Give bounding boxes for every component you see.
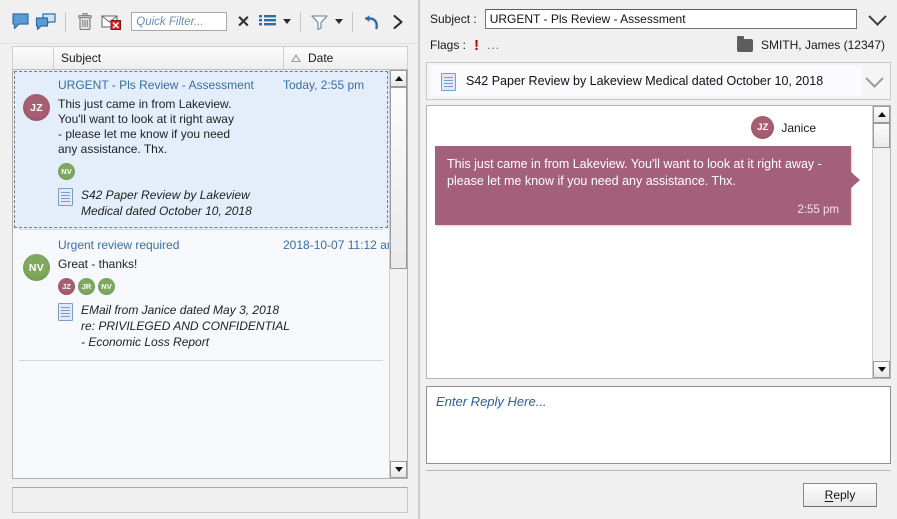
- message-body: This just came in from Lakeview. You'll …: [58, 97, 234, 156]
- message-header: Urgent review required 2018-10-07 11:12 …: [58, 238, 389, 252]
- avatar: JZ: [23, 94, 50, 121]
- list-status-bar: [12, 487, 408, 513]
- chevron-down-icon: [394, 467, 403, 472]
- list-column-headers: Subject Date: [12, 46, 408, 70]
- column-header-date-label: Date: [308, 51, 334, 65]
- document-icon: [58, 303, 73, 321]
- document-bar: S42 Paper Review by Lakeview Medical dat…: [426, 62, 891, 100]
- message-body: Great - thanks!: [58, 257, 138, 271]
- filter-dropdown-icon[interactable]: [334, 10, 345, 34]
- subject-label: Subject :: [430, 12, 477, 26]
- document-title: S42 Paper Review by Lakeview Medical dat…: [466, 74, 824, 88]
- list-item[interactable]: JZ URGENT - Pls Review - Assessment Toda…: [13, 70, 389, 229]
- column-header-icon[interactable]: [13, 47, 54, 69]
- reply-button[interactable]: Reply: [803, 483, 877, 507]
- sort-ascending-icon: [291, 54, 301, 62]
- priority-flag-icon[interactable]: !: [474, 38, 479, 53]
- message-subject: Urgent review required: [58, 238, 180, 252]
- scroll-thumb[interactable]: [873, 123, 890, 148]
- more-flags-icon[interactable]: ...: [487, 38, 500, 52]
- thread-messages: JZ Janice This just came in from Lakevie…: [427, 106, 872, 378]
- chevron-right-icon[interactable]: [386, 8, 410, 36]
- avatar: NV: [98, 278, 115, 295]
- flags-row: Flags : ! ... SMITH, James (12347): [426, 32, 891, 58]
- chevron-up-icon: [394, 76, 403, 81]
- mail-notes-window: ✕: [0, 0, 897, 519]
- comments-multiple-icon[interactable]: [34, 8, 58, 36]
- list-scrollbar[interactable]: [389, 70, 407, 478]
- list-view-icon[interactable]: [256, 8, 280, 36]
- thread-scrollbar[interactable]: [872, 106, 890, 378]
- message-list-body: JZ URGENT - Pls Review - Assessment Toda…: [13, 70, 389, 478]
- scroll-track[interactable]: [873, 123, 890, 361]
- list-item[interactable]: NV Urgent review required 2018-10-07 11:…: [13, 230, 389, 360]
- flags-label: Flags :: [430, 38, 467, 52]
- message-bubble[interactable]: This just came in from Lakeview. You'll …: [435, 146, 860, 225]
- quick-filter-input[interactable]: [131, 12, 228, 31]
- column-header-subject[interactable]: Subject: [54, 47, 284, 69]
- scroll-thumb[interactable]: [390, 87, 407, 269]
- message-author-name: Janice: [781, 120, 816, 135]
- toolbar-separator-2: [299, 11, 301, 32]
- message-list-panel: ✕: [0, 0, 419, 519]
- scroll-up-button[interactable]: [390, 70, 407, 87]
- message-detail-panel: Subject : Flags : ! ... SMITH, James (12…: [419, 0, 897, 519]
- message-header: URGENT - Pls Review - Assessment Today, …: [58, 78, 379, 92]
- attachment-item[interactable]: EMail from Janice dated May 3, 2018 re: …: [58, 302, 379, 350]
- conversation-thread: JZ Janice This just came in from Lakevie…: [426, 105, 891, 379]
- message-bubble-time: 2:55 pm: [797, 204, 839, 216]
- message-list: JZ URGENT - Pls Review - Assessment Toda…: [12, 70, 408, 479]
- scroll-up-button[interactable]: [873, 106, 890, 123]
- scroll-down-button[interactable]: [873, 361, 890, 378]
- document-icon: [441, 72, 456, 91]
- attachment-label: S42 Paper Review by Lakeview Medical dat…: [81, 188, 252, 218]
- subject-expand-icon[interactable]: [865, 6, 889, 30]
- trash-icon[interactable]: [73, 8, 97, 36]
- scroll-down-button[interactable]: [390, 461, 407, 478]
- document-entry[interactable]: S42 Paper Review by Lakeview Medical dat…: [431, 66, 862, 96]
- toolbar-separator-3: [351, 11, 353, 32]
- toolbar-separator-1: [65, 11, 67, 32]
- message-content: URGENT - Pls Review - Assessment Today, …: [58, 78, 379, 219]
- avatar: NV: [58, 163, 75, 180]
- avatar: JR: [78, 278, 95, 295]
- reply-input[interactable]: [426, 386, 891, 464]
- message-subject: URGENT - Pls Review - Assessment: [58, 78, 254, 92]
- list-divider: [19, 360, 383, 361]
- list-toolbar: ✕: [0, 0, 418, 44]
- chevron-down-icon: [877, 367, 886, 372]
- list-view-dropdown-icon[interactable]: [282, 10, 293, 34]
- message-date: Today, 2:55 pm: [283, 78, 365, 92]
- avatar: JZ: [751, 116, 775, 139]
- message-bubble-text: This just came in from Lakeview. You'll …: [447, 157, 822, 188]
- reply-button-label: eply: [833, 488, 856, 502]
- scroll-track[interactable]: [390, 87, 407, 461]
- participant-avatars: NV: [58, 163, 379, 180]
- clear-filter-icon[interactable]: ✕: [233, 10, 253, 34]
- column-header-date[interactable]: Date: [284, 47, 407, 69]
- document-expand-icon[interactable]: [862, 68, 886, 92]
- message-content: Urgent review required 2018-10-07 11:12 …: [58, 238, 389, 350]
- message-bubble-row: This just came in from Lakeview. You'll …: [435, 146, 864, 225]
- undo-arrow-icon[interactable]: [360, 8, 384, 36]
- document-icon: [58, 188, 73, 206]
- funnel-filter-icon[interactable]: [308, 8, 332, 36]
- attachment-item[interactable]: S42 Paper Review by Lakeview Medical dat…: [58, 187, 379, 219]
- avatar: JZ: [58, 278, 75, 295]
- message-author-row: JZ Janice: [435, 116, 864, 139]
- participant-avatars: JZ JR NV: [58, 278, 379, 295]
- message-date: 2018-10-07 11:12 am: [283, 238, 389, 252]
- subject-row: Subject :: [426, 6, 891, 32]
- chevron-up-icon: [877, 112, 886, 117]
- subject-input[interactable]: [484, 9, 857, 29]
- avatar: NV: [23, 254, 50, 281]
- action-bar: Reply: [426, 470, 891, 519]
- client-matter-label[interactable]: SMITH, James (12347): [761, 38, 885, 52]
- attachment-label: EMail from Janice dated May 3, 2018 re: …: [81, 303, 290, 349]
- folder-icon: [736, 35, 753, 52]
- delete-mail-icon[interactable]: [99, 8, 123, 36]
- comment-bubble-icon[interactable]: [8, 8, 32, 36]
